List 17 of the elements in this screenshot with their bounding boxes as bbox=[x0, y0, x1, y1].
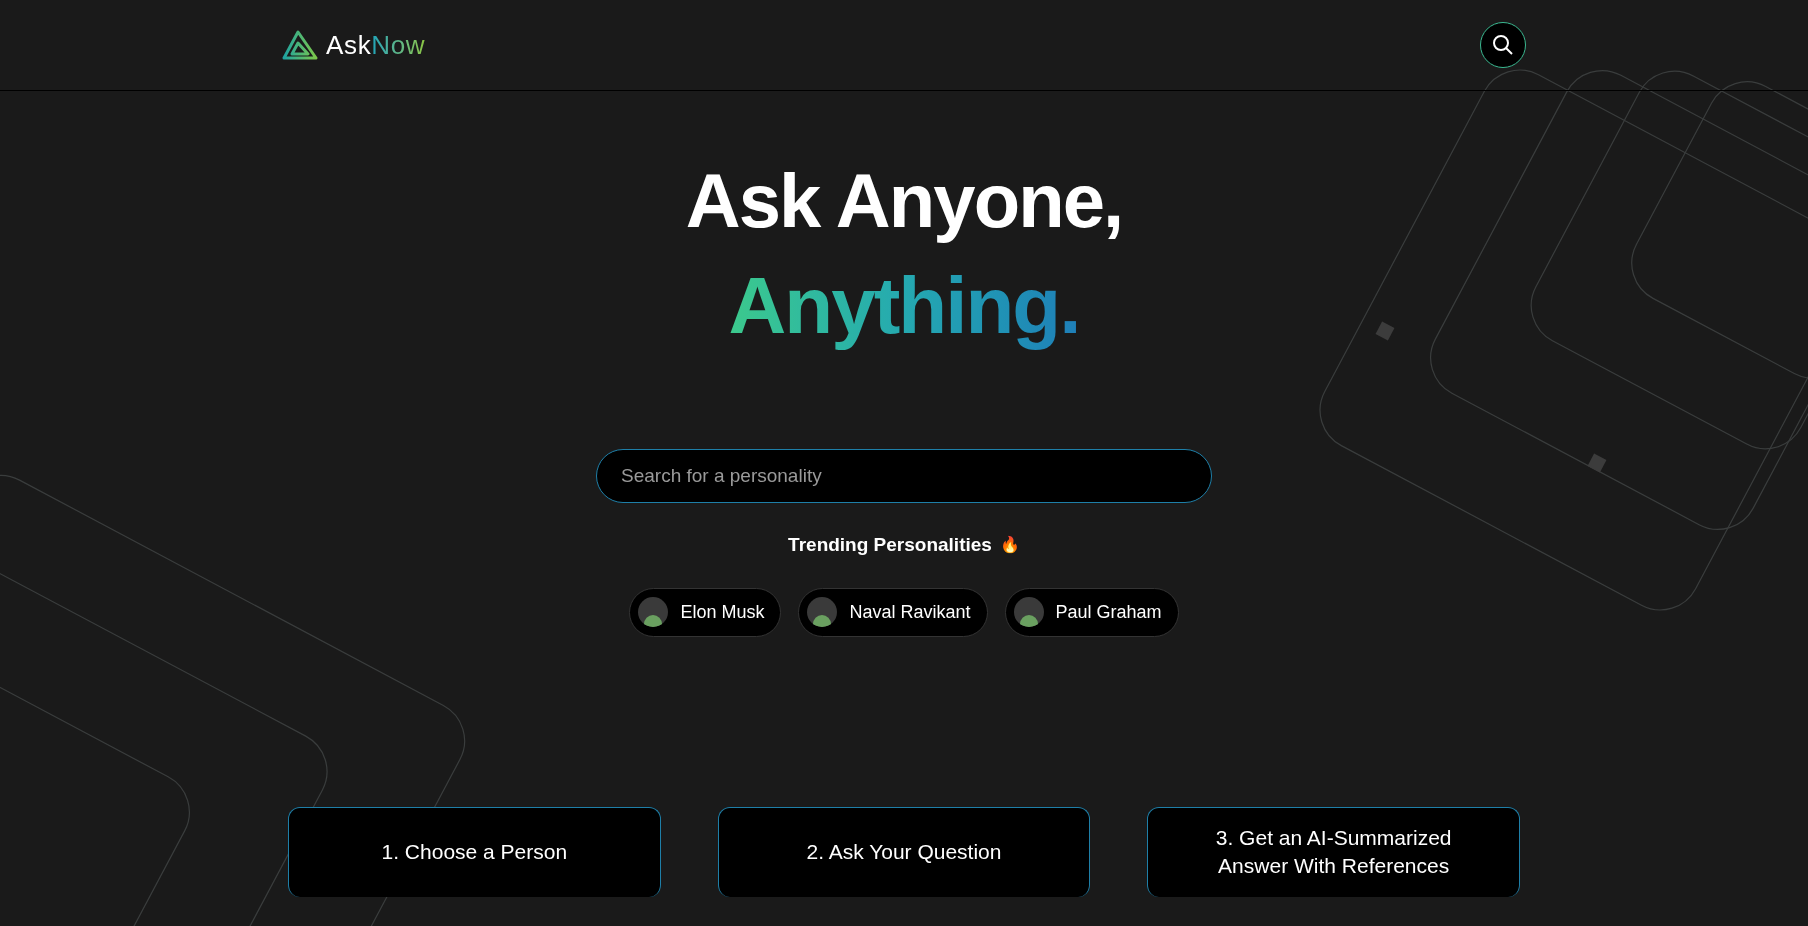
logo-icon bbox=[282, 30, 318, 60]
personality-chip[interactable]: Naval Ravikant bbox=[798, 587, 988, 637]
personality-chip[interactable]: Paul Graham bbox=[1004, 587, 1179, 637]
personality-chip[interactable]: Elon Musk bbox=[629, 587, 782, 637]
trending-heading: Trending Personalities bbox=[788, 533, 992, 557]
step-card: 3. Get an AI-Summarized Answer With References bbox=[1147, 806, 1520, 897]
search-field[interactable]: Search for a personality bbox=[596, 449, 1212, 503]
avatar-placeholder bbox=[807, 597, 838, 627]
avatar-placeholder bbox=[638, 597, 669, 627]
hero-title: Ask Anyone, bbox=[685, 157, 1123, 245]
step-card: 1. Choose a Person bbox=[288, 806, 661, 897]
search-button[interactable] bbox=[1480, 22, 1526, 68]
avatar-placeholder bbox=[1013, 597, 1044, 627]
step-card: 2. Ask Your Question bbox=[717, 806, 1091, 897]
fire-emoji: 🔥 bbox=[999, 535, 1020, 556]
logo-text[interactable]: AskNow bbox=[326, 25, 426, 65]
search-icon bbox=[1491, 33, 1515, 57]
